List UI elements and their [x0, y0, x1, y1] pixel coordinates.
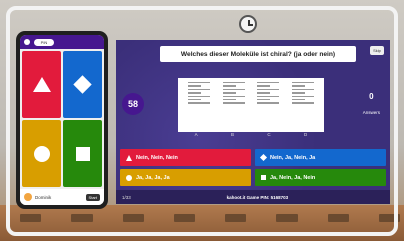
photo-frame: [6, 6, 398, 236]
